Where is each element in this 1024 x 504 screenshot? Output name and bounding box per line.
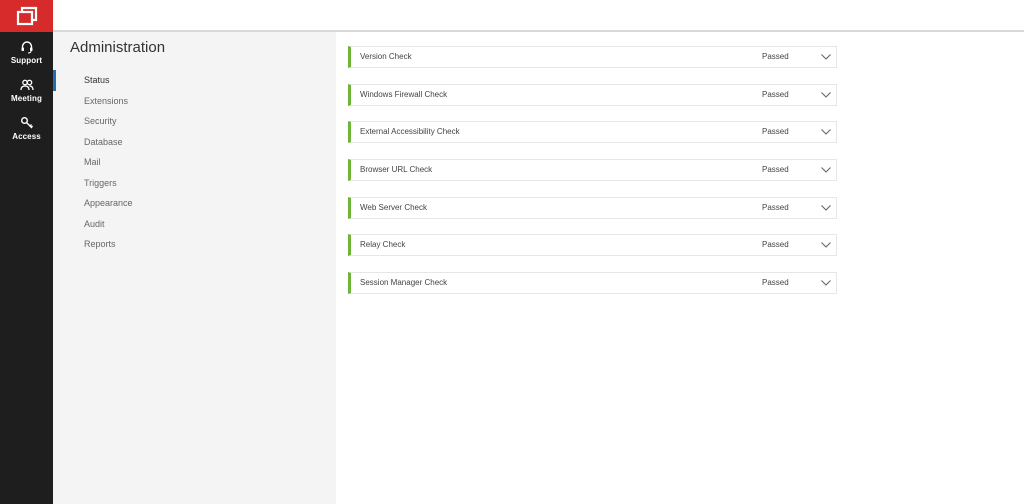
- check-row-session-manager[interactable]: Session Manager Check Passed: [348, 272, 837, 295]
- nav-item-extensions[interactable]: Extensions: [53, 91, 336, 112]
- nav-item-database[interactable]: Database: [53, 132, 336, 153]
- check-status: Passed: [762, 52, 789, 61]
- check-name: External Accessibility Check: [360, 127, 460, 137]
- key-icon: [20, 117, 33, 129]
- check-name: Web Server Check: [360, 202, 427, 212]
- chevron-down-icon[interactable]: [820, 53, 832, 61]
- check-row-external-accessibility[interactable]: External Accessibility Check Passed: [348, 121, 837, 144]
- status-check-list: Version Check Passed Windows Firewall Ch…: [348, 46, 837, 310]
- chevron-down-icon[interactable]: [820, 279, 832, 287]
- chevron-down-icon[interactable]: [820, 241, 832, 249]
- check-name: Windows Firewall Check: [360, 89, 448, 99]
- check-row-browser-url[interactable]: Browser URL Check Passed: [348, 159, 837, 182]
- chevron-down-icon[interactable]: [820, 166, 832, 174]
- left-rail: Support Meeting Access: [0, 32, 53, 504]
- chevron-down-icon[interactable]: [820, 91, 832, 99]
- check-status: Passed: [762, 165, 789, 175]
- top-bar: [0, 0, 1024, 32]
- chevron-down-icon[interactable]: [820, 204, 832, 212]
- nav-item-security[interactable]: Security: [53, 111, 336, 132]
- check-row-windows-firewall[interactable]: Windows Firewall Check Passed: [348, 83, 837, 106]
- nav-item-audit[interactable]: Audit: [53, 214, 336, 235]
- admin-nav-panel: Administration Status Extensions Securit…: [53, 32, 336, 504]
- check-status: Passed: [762, 278, 789, 288]
- check-status: Passed: [762, 89, 789, 99]
- rail-item-label: Support: [10, 56, 43, 65]
- check-row-version[interactable]: Version Check Passed: [348, 46, 837, 68]
- check-name: Version Check: [360, 52, 412, 61]
- check-name: Browser URL Check: [360, 165, 433, 175]
- check-status: Passed: [762, 202, 789, 212]
- rail-item-label: Meeting: [11, 94, 42, 103]
- page-title: Administration: [70, 39, 166, 56]
- rail-item-label: Access: [12, 132, 41, 141]
- nav-item-status[interactable]: Status: [53, 70, 336, 91]
- admin-nav-list: Status Extensions Security Database Mail…: [53, 70, 336, 255]
- app-logo[interactable]: [0, 0, 53, 32]
- window-logo-icon: [16, 6, 37, 26]
- main-content: Version Check Passed Windows Firewall Ch…: [336, 32, 1024, 504]
- rail-item-support[interactable]: Support: [0, 40, 53, 78]
- rail-item-meeting[interactable]: Meeting: [0, 78, 53, 116]
- check-name: Session Manager Check: [360, 278, 448, 288]
- nav-item-mail[interactable]: Mail: [53, 152, 336, 173]
- chevron-down-icon[interactable]: [820, 128, 832, 136]
- check-status: Passed: [762, 240, 789, 250]
- nav-item-appearance[interactable]: Appearance: [53, 193, 336, 214]
- check-row-relay[interactable]: Relay Check Passed: [348, 234, 837, 257]
- nav-item-triggers[interactable]: Triggers: [53, 173, 336, 194]
- people-icon: [19, 79, 34, 91]
- rail-item-access[interactable]: Access: [0, 116, 53, 154]
- check-row-web-server[interactable]: Web Server Check Passed: [348, 196, 837, 219]
- check-status: Passed: [762, 127, 789, 137]
- nav-item-reports[interactable]: Reports: [53, 234, 336, 255]
- check-name: Relay Check: [360, 240, 406, 250]
- headset-icon: [21, 41, 32, 54]
